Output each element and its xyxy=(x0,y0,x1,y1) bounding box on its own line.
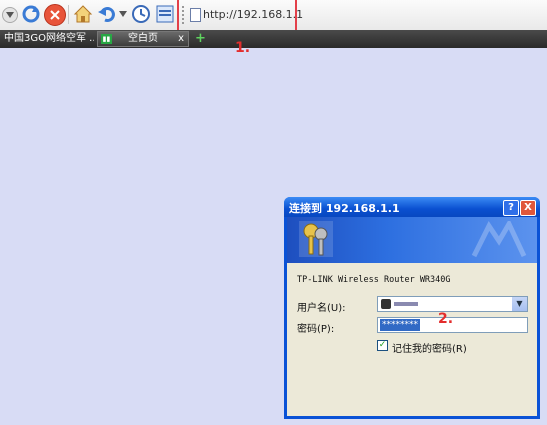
stop-icon[interactable] xyxy=(44,4,66,26)
tab-close-icon[interactable]: x xyxy=(178,32,184,46)
password-mask: ******** xyxy=(380,319,420,331)
refresh-icon[interactable] xyxy=(21,4,41,24)
router-name: TP-LINK Wireless Router WR340G xyxy=(297,275,451,285)
undo-icon[interactable] xyxy=(97,4,117,24)
annotation-step-1: 1. xyxy=(235,40,251,56)
password-label: 密码(P): xyxy=(297,324,335,335)
keys-icon xyxy=(299,221,333,257)
dialog-banner xyxy=(287,217,537,263)
username-label: 用户名(U): xyxy=(297,303,346,314)
dialog-title: 连接到 192.168.1.1 xyxy=(289,202,400,215)
banner-decoration-icon xyxy=(471,221,527,258)
tab-blank-page[interactable]: ▮▮ 空白页 x xyxy=(97,31,189,47)
dropdown-icon[interactable] xyxy=(2,7,18,23)
annotation-step-2: 2. xyxy=(438,311,454,327)
home-icon[interactable] xyxy=(73,4,93,24)
remember-password-checkbox[interactable]: ✓ xyxy=(377,340,388,351)
login-dialog: 连接到 192.168.1.1 ? X TP-LINK Wireless Rou… xyxy=(284,197,540,419)
dialog-title-bar: 连接到 192.168.1.1 ? X xyxy=(284,197,540,217)
new-tab-button[interactable]: + xyxy=(195,31,206,46)
undo-dropdown-icon[interactable] xyxy=(118,4,128,24)
help-button[interactable]: ? xyxy=(503,200,519,216)
user-icon xyxy=(381,299,391,309)
history-icon[interactable] xyxy=(131,4,151,24)
username-field[interactable]: ▼ xyxy=(377,296,528,312)
favorites-icon[interactable] xyxy=(155,4,175,24)
tab-3go[interactable]: 中国3GO网络空军 ... xyxy=(0,31,94,47)
chevron-down-icon[interactable]: ▼ xyxy=(512,297,527,311)
tab-bar: 中国3GO网络空军 ... ▮▮ 空白页 x + xyxy=(0,30,547,48)
dialog-body: TP-LINK Wireless Router WR340G 用户名(U): ▼… xyxy=(287,217,537,416)
remember-password-label[interactable]: 记住我的密码(R) xyxy=(392,340,467,355)
tab-label: 空白页 xyxy=(128,33,158,44)
tab-page-icon: ▮▮ xyxy=(101,34,112,44)
username-value-redacted xyxy=(394,302,418,306)
close-button[interactable]: X xyxy=(520,200,536,216)
